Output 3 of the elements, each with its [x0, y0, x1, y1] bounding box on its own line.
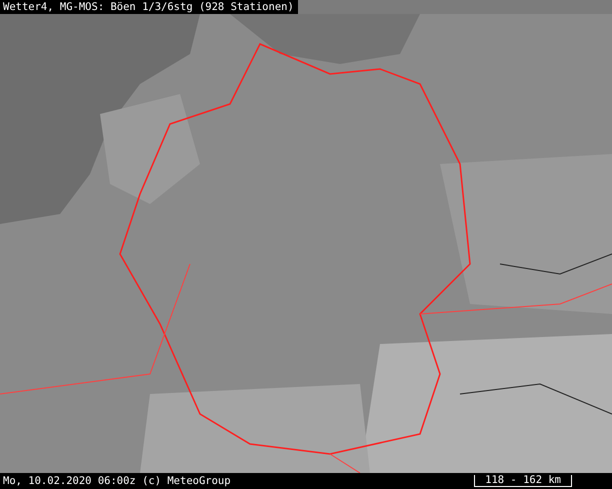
timestamp-caption: Mo, 10.02.2020 06:00z (c) MeteoGroup: [3, 475, 231, 487]
window-title: Wetter4, MG-MOS: Böen 1/3/6stg (928 Stationen): [0, 0, 298, 14]
scale-bar: 118 - 162 km: [474, 475, 572, 487]
